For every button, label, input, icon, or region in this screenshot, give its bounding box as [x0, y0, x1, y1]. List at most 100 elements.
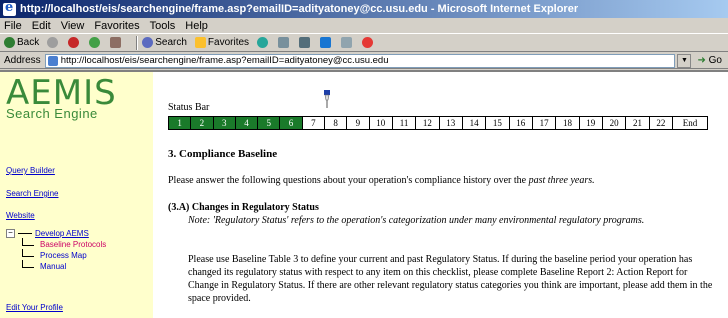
- intro-emphasis: past three years.: [528, 175, 595, 186]
- pushpin-icon: [324, 90, 330, 108]
- edit-button[interactable]: [320, 37, 333, 48]
- search-label: Search: [155, 37, 187, 48]
- discuss-button[interactable]: [341, 37, 354, 48]
- forward-arrow-icon: [47, 37, 59, 48]
- history-icon: [257, 37, 269, 48]
- stop-icon: [68, 37, 80, 48]
- menu-edit[interactable]: Edit: [32, 20, 51, 32]
- status-step-14[interactable]: 14: [462, 117, 487, 129]
- section-intro: Please answer the following questions ab…: [168, 175, 595, 186]
- status-step-19[interactable]: 19: [579, 117, 603, 129]
- go-label: Go: [708, 55, 722, 66]
- menu-bar: File Edit View Favorites Tools Help: [0, 18, 728, 34]
- refresh-icon: [89, 37, 101, 48]
- status-step-22[interactable]: 22: [649, 117, 673, 129]
- window-titlebar: http://localhost/eis/searchengine/frame.…: [0, 0, 728, 18]
- status-step-5[interactable]: 5: [258, 117, 281, 129]
- tree-connector: [22, 249, 34, 257]
- query-builder-link[interactable]: Query Builder: [6, 166, 55, 175]
- mail-button[interactable]: [278, 37, 291, 48]
- intro-text: Please answer the following questions ab…: [168, 175, 527, 186]
- status-step-end[interactable]: End: [673, 117, 707, 129]
- messenger-button[interactable]: [362, 37, 375, 48]
- tree-develop-aems[interactable]: Develop AEMS: [35, 229, 89, 238]
- address-dropdown-button[interactable]: ▼: [677, 53, 692, 68]
- edit-icon: [320, 37, 332, 48]
- address-input[interactable]: http://localhost/eis/searchengine/frame.…: [44, 53, 676, 68]
- edit-profile-link[interactable]: Edit Your Profile: [6, 303, 63, 312]
- discuss-icon: [341, 37, 353, 48]
- search-button[interactable]: Search: [142, 37, 187, 48]
- home-button[interactable]: [110, 37, 123, 48]
- tree-process-map[interactable]: Process Map: [40, 251, 87, 260]
- status-step-2[interactable]: 2: [191, 117, 214, 129]
- search-icon: [142, 37, 154, 48]
- status-step-13[interactable]: 13: [439, 117, 463, 129]
- address-label: Address: [4, 55, 41, 66]
- subsection-heading: (3.A) Changes in Regulatory Status: [168, 202, 319, 213]
- print-icon: [299, 37, 311, 48]
- menu-favorites[interactable]: Favorites: [94, 20, 139, 32]
- back-arrow-icon: [4, 37, 15, 48]
- subsection-body: Please use Baseline Table 3 to define yo…: [188, 254, 713, 304]
- nav-tree: − Develop AEMS Baseline Protocols Proces…: [6, 226, 106, 273]
- go-button[interactable]: ➜ Go: [697, 55, 722, 66]
- menu-help[interactable]: Help: [185, 20, 208, 32]
- mail-icon: [278, 37, 290, 48]
- status-step-11[interactable]: 11: [392, 117, 417, 129]
- aemis-logo: AEMIS Search Engine: [6, 76, 117, 121]
- status-step-12[interactable]: 12: [416, 117, 440, 129]
- go-arrow-icon: ➜: [697, 55, 706, 66]
- tree-connector: [18, 232, 32, 234]
- progress-status-bar: 1 2 3 4 5 6 7 8 9 10 11 12 13 14 15 16 17 18 19 20 21 22 End: [168, 116, 708, 130]
- toolbar-separator: [136, 35, 138, 50]
- page-icon: [47, 55, 58, 66]
- tree-connector: [22, 260, 34, 268]
- tree-baseline-protocols[interactable]: Baseline Protocols: [40, 240, 106, 249]
- sidebar: AEMIS Search Engine Query Builder Search…: [0, 72, 153, 318]
- website-link[interactable]: Website: [6, 211, 35, 220]
- home-icon: [110, 37, 122, 48]
- favorites-button[interactable]: Favorites: [194, 37, 250, 48]
- status-step-18[interactable]: 18: [556, 117, 580, 129]
- status-step-8[interactable]: 8: [324, 117, 348, 129]
- status-step-10[interactable]: 10: [369, 117, 393, 129]
- menu-tools[interactable]: Tools: [150, 20, 176, 32]
- messenger-icon: [362, 37, 374, 48]
- tree-manual[interactable]: Manual: [40, 262, 66, 271]
- status-step-16[interactable]: 16: [509, 117, 533, 129]
- search-engine-link[interactable]: Search Engine: [6, 189, 58, 198]
- print-button[interactable]: [299, 37, 312, 48]
- address-url: http://localhost/eis/searchengine/frame.…: [60, 55, 389, 66]
- status-bar-label: Status Bar: [168, 102, 210, 113]
- status-step-9[interactable]: 9: [347, 117, 370, 129]
- toolbar: Back Search Favorites: [0, 34, 728, 52]
- refresh-button[interactable]: [89, 37, 102, 48]
- back-button[interactable]: Back: [4, 37, 39, 48]
- tree-connector: [22, 238, 34, 246]
- favorites-label: Favorites: [207, 37, 250, 48]
- logo-title: AEMIS: [6, 73, 117, 113]
- status-step-17[interactable]: 17: [532, 117, 557, 129]
- back-label: Back: [17, 37, 40, 48]
- status-step-15[interactable]: 15: [486, 117, 510, 129]
- status-step-3[interactable]: 3: [213, 117, 236, 129]
- status-step-6[interactable]: 6: [280, 117, 303, 129]
- tree-collapse-icon[interactable]: −: [6, 228, 15, 238]
- menu-file[interactable]: File: [4, 20, 22, 32]
- status-step-21[interactable]: 21: [626, 117, 650, 129]
- window-title: http://localhost/eis/searchengine/frame.…: [20, 3, 579, 15]
- history-button[interactable]: [257, 37, 270, 48]
- status-step-20[interactable]: 20: [602, 117, 627, 129]
- status-step-4[interactable]: 4: [235, 117, 259, 129]
- main-panel: Status Bar 1 2 3 4 5 6 7 8 9 10 11 12 13 14 15 16 17 18 19…: [168, 72, 728, 318]
- forward-button[interactable]: [47, 37, 60, 48]
- menu-view[interactable]: View: [61, 20, 85, 32]
- page-content: AEMIS Search Engine Query Builder Search…: [0, 70, 728, 318]
- address-bar: Address http://localhost/eis/searchengin…: [0, 53, 728, 69]
- status-step-7[interactable]: 7: [302, 117, 325, 129]
- favorites-icon: [194, 37, 206, 48]
- ie-logo-icon: [3, 0, 16, 16]
- status-step-1[interactable]: 1: [169, 117, 192, 129]
- stop-button[interactable]: [68, 37, 81, 48]
